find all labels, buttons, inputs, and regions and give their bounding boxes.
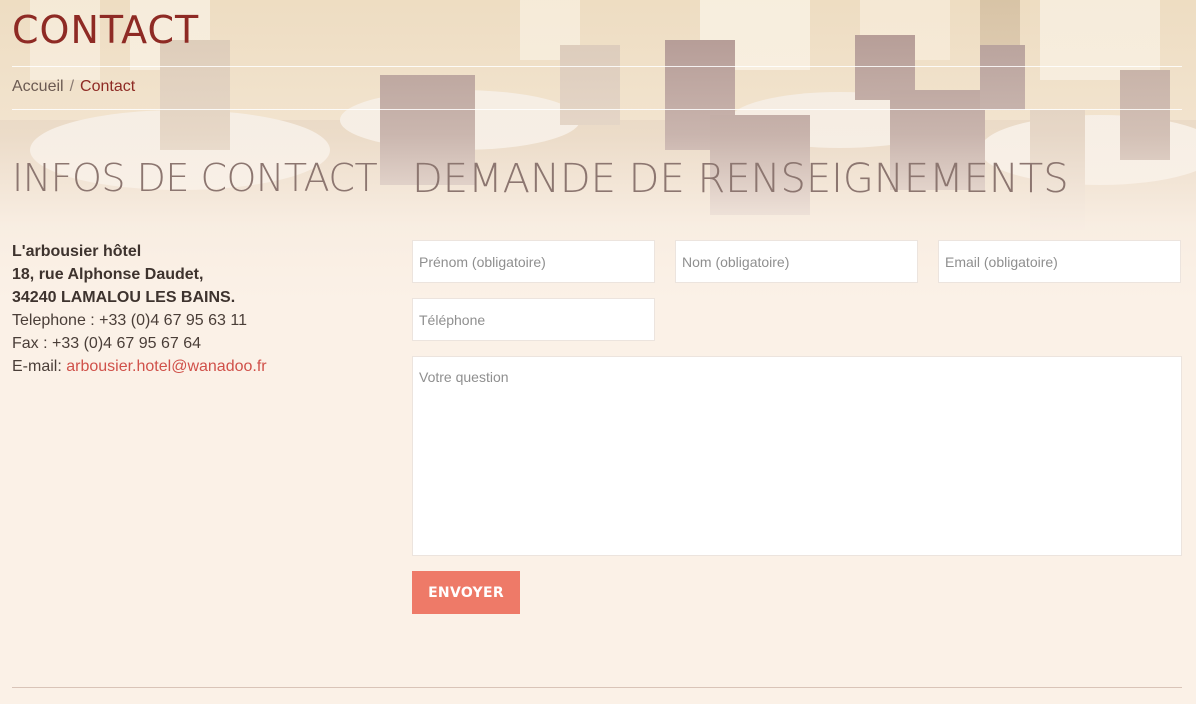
contact-info-block: L'arbousier hôtel 18, rue Alphonse Daude… <box>12 240 267 378</box>
breadcrumb-home-link[interactable]: Accueil <box>12 78 64 95</box>
email-input[interactable] <box>938 240 1181 283</box>
address-street: 18, rue Alphonse Daudet, <box>12 266 204 283</box>
footer-divider <box>12 687 1182 688</box>
fax-text: Fax : +33 (0)4 67 95 67 64 <box>12 335 202 352</box>
inquiry-form-title: DEMANDE DE RENSEIGNEMENTS <box>412 156 1069 202</box>
first-name-input[interactable] <box>412 240 655 283</box>
contact-info-title: INFOS DE CONTACT <box>12 156 378 200</box>
hotel-name: L'arbousier hôtel <box>12 243 142 260</box>
email-label: E-mail: <box>12 358 67 375</box>
breadcrumb-separator: / <box>69 78 75 95</box>
divider <box>12 109 1182 110</box>
divider <box>12 66 1182 67</box>
telephone-input[interactable] <box>412 298 655 341</box>
last-name-input[interactable] <box>675 240 918 283</box>
address-city: 34240 LAMALOU LES BAINS. <box>12 289 236 306</box>
email-line: E-mail: arbousier.hotel@wanadoo.fr <box>12 355 267 378</box>
submit-button[interactable]: ENVOYER <box>412 571 520 614</box>
page-title: CONTACT <box>12 8 200 52</box>
question-textarea[interactable] <box>412 356 1182 556</box>
breadcrumb: Accueil / Contact <box>12 78 135 96</box>
breadcrumb-current: Contact <box>80 78 136 95</box>
telephone-text: Telephone : +33 (0)4 67 95 63 11 <box>12 312 247 329</box>
email-link[interactable]: arbousier.hotel@wanadoo.fr <box>66 358 266 375</box>
